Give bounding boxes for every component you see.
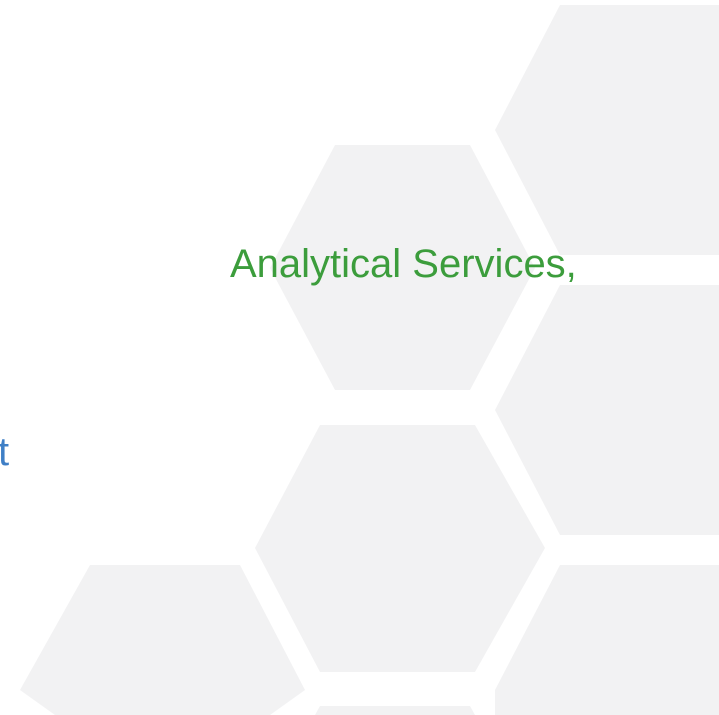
hexagon-shape <box>315 706 475 715</box>
title-text: t <box>0 430 10 474</box>
hexagon-shape <box>495 5 719 255</box>
subtitle-text: Analytical Services, <box>230 242 577 286</box>
hexagon-shape <box>20 565 305 715</box>
hexagon-pattern-background <box>20 5 719 715</box>
hexagon-shape <box>495 285 719 535</box>
slide-canvas: Analytical Services, t <box>0 0 719 715</box>
title-text-fragment: t <box>0 424 30 480</box>
hexagon-shape <box>255 425 545 672</box>
hexagon-shape <box>495 565 719 715</box>
